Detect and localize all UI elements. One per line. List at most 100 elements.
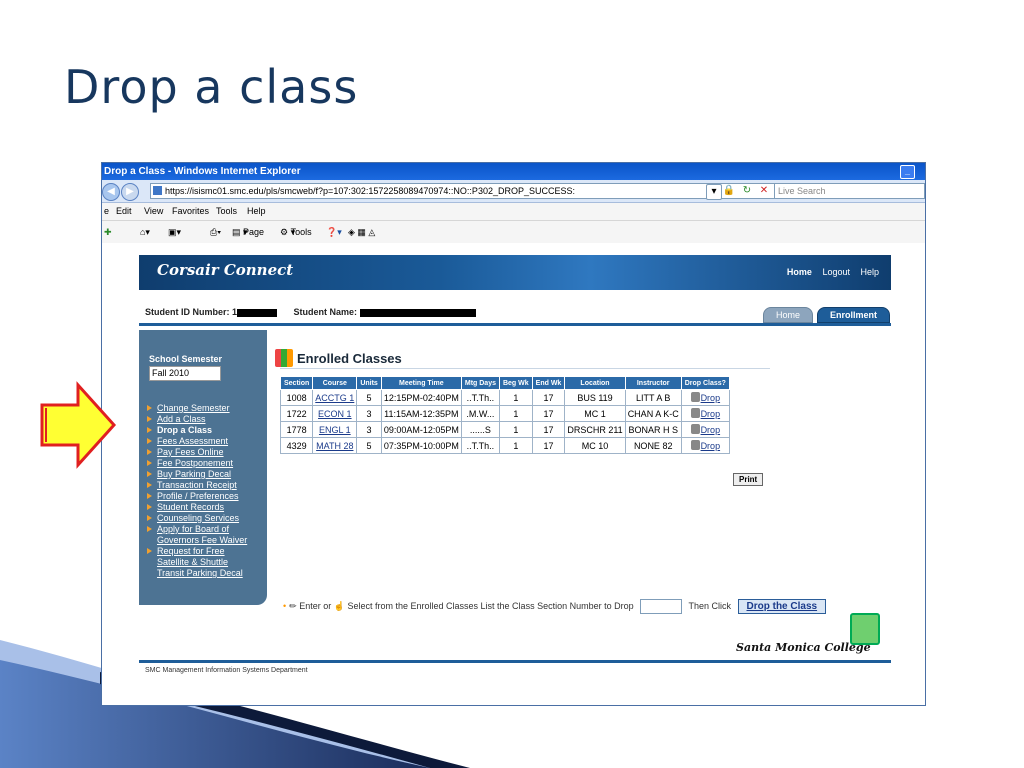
- menu-favorites[interactable]: Favorites: [172, 203, 209, 220]
- drop-instruction: • ✏ Enter or ☝ Select from the Enrolled C…: [283, 599, 827, 615]
- page-icon: [153, 186, 162, 195]
- sidebar-item-label: Add a Class: [157, 414, 206, 424]
- forward-button[interactable]: ▶: [121, 183, 139, 201]
- section-number-input[interactable]: [640, 599, 683, 615]
- print-icon[interactable]: ⎙▾: [210, 221, 221, 243]
- sidebar-item-label: Fee Postponement: [157, 458, 234, 468]
- col-meeting-time: Meeting Time: [380, 376, 462, 390]
- menu-file[interactable]: e: [104, 203, 109, 220]
- bullet-icon: [147, 493, 152, 499]
- course-link[interactable]: MATH 28: [316, 441, 353, 451]
- enrolled-classes-title: Enrolled Classes: [275, 349, 402, 367]
- refresh-icon[interactable]: ↻: [740, 184, 754, 198]
- favorites-star-icon[interactable]: ✚: [104, 221, 112, 243]
- sidebar-item-profile[interactable]: Profile / Preferences: [145, 491, 263, 502]
- trash-icon: [690, 392, 700, 402]
- course-link[interactable]: ACCTG 1: [315, 393, 354, 403]
- sidebar-item-fee-postponement[interactable]: Fee Postponement: [145, 458, 263, 469]
- course-link[interactable]: ENGL 1: [319, 425, 351, 435]
- tools-menu[interactable]: ⚙ Tools ▾: [280, 221, 312, 243]
- sidebar-item-student-records[interactable]: Student Records: [145, 502, 263, 513]
- sidebar-item-free-parking-cont[interactable]: Satellite & Shuttle: [145, 557, 263, 568]
- drop-link[interactable]: Drop: [680, 405, 730, 422]
- research-icon[interactable]: ◈ ▦ ◬: [348, 221, 375, 243]
- bullet-icon: [147, 515, 152, 521]
- trash-icon: [690, 440, 700, 450]
- sidebar-item-bog-waiver-cont[interactable]: Governors Fee Waiver: [145, 535, 263, 546]
- sidebar-item-counseling[interactable]: Counseling Services: [145, 513, 263, 524]
- cell-instructor: CHAN A K-C: [624, 405, 682, 422]
- redacted-id: [237, 308, 278, 317]
- course-link[interactable]: ECON 1: [318, 409, 352, 419]
- drop-link-label: Drop: [700, 425, 721, 435]
- sidebar-item-free-parking[interactable]: Request for Free: [145, 546, 263, 557]
- feeds-icon[interactable]: ▣▾: [168, 221, 181, 243]
- cell-course[interactable]: MATH 28: [312, 437, 358, 454]
- drop-link[interactable]: Drop: [680, 421, 730, 438]
- sidebar-item-fees-assessment[interactable]: Fees Assessment: [145, 436, 263, 447]
- sidebar-item-label: Fees Assessment: [157, 436, 229, 446]
- cell-units: 3: [356, 421, 382, 438]
- instruction-select: Select from the Enrolled Classes List th…: [347, 601, 634, 611]
- sidebar-item-bog-waiver[interactable]: Apply for Board of: [145, 524, 263, 535]
- tab-bar: Home Enrollment: [759, 305, 890, 323]
- sidebar-item-label: Transit Parking Decal: [157, 568, 243, 578]
- dropdown-icon[interactable]: ▾: [706, 184, 722, 200]
- sidebar-item-pay-fees[interactable]: Pay Fees Online: [145, 447, 263, 458]
- sidebar-item-label: Student Records: [157, 502, 225, 512]
- tab-home[interactable]: Home: [762, 307, 813, 323]
- sidebar: School Semester Fall 2010 Change Semeste…: [139, 330, 267, 605]
- stop-icon[interactable]: ✕: [757, 184, 771, 198]
- menu-tools[interactable]: Tools: [216, 203, 237, 220]
- cell-beg-wk: 1: [498, 421, 533, 438]
- sidebar-item-add-class[interactable]: Add a Class: [145, 414, 263, 425]
- drop-link[interactable]: Drop: [680, 437, 730, 454]
- sidebar-item-label: Counseling Services: [157, 513, 240, 523]
- drop-the-class-button[interactable]: Drop the Class: [737, 599, 827, 614]
- cell-location: MC 10: [564, 437, 626, 454]
- cell-meeting-time: 07:35PM-10:00PM: [380, 437, 462, 454]
- student-id-label: Student ID Number:: [145, 307, 230, 317]
- print-button[interactable]: Print: [733, 473, 764, 486]
- bullet-icon: [147, 548, 152, 554]
- sidebar-item-drop-class[interactable]: Drop a Class: [145, 425, 263, 436]
- cell-instructor: LITT A B: [624, 389, 682, 406]
- top-link-home[interactable]: Home: [787, 267, 812, 277]
- minimize-button[interactable]: _: [900, 165, 915, 179]
- semester-select[interactable]: Fall 2010: [149, 366, 221, 381]
- enrolled-title-text: Enrolled Classes: [297, 351, 402, 366]
- sidebar-item-transaction-receipt[interactable]: Transaction Receipt: [145, 480, 263, 491]
- sidebar-menu: Change Semester Add a Class Drop a Class…: [145, 403, 263, 579]
- url-field[interactable]: https://isismc01.smc.edu/pls/smcweb/f?p=…: [150, 183, 796, 199]
- menu-view[interactable]: View: [144, 203, 163, 220]
- tab-enrollment[interactable]: Enrollment: [816, 307, 890, 323]
- top-link-help[interactable]: Help: [860, 267, 879, 277]
- sidebar-item-free-parking-cont2[interactable]: Transit Parking Decal: [145, 568, 263, 579]
- home-icon[interactable]: ⌂▾: [140, 221, 150, 243]
- sidebar-item-label: Pay Fees Online: [157, 447, 224, 457]
- address-bar: ◀ ▶ https://isismc01.smc.edu/pls/smcweb/…: [102, 180, 925, 203]
- cell-course[interactable]: ECON 1: [312, 405, 358, 422]
- cell-units: 3: [356, 405, 382, 422]
- sidebar-item-change-semester[interactable]: Change Semester: [145, 403, 263, 414]
- table-row: 4329 MATH 28 5 07:35PM-10:00PM ..T.Th.. …: [279, 437, 730, 454]
- lock-icon[interactable]: 🔒: [722, 184, 736, 198]
- menu-edit[interactable]: Edit: [116, 203, 132, 220]
- cell-course[interactable]: ENGL 1: [312, 421, 358, 438]
- cell-course[interactable]: ACCTG 1: [312, 389, 358, 406]
- books-icon: [275, 349, 293, 367]
- pointer-icon: ☝: [333, 601, 345, 611]
- back-button[interactable]: ◀: [102, 183, 120, 201]
- top-link-logout[interactable]: Logout: [822, 267, 850, 277]
- sidebar-item-parking-decal[interactable]: Buy Parking Decal: [145, 469, 263, 480]
- table-row: 1722 ECON 1 3 11:15AM-12:35PM .M.W... 1 …: [279, 405, 730, 422]
- menu-help[interactable]: Help: [247, 203, 266, 220]
- help-icon[interactable]: ❓▾: [326, 221, 342, 243]
- drop-link-label: Drop: [700, 409, 721, 419]
- browser-window: Drop a Class - Windows Internet Explorer…: [101, 162, 926, 706]
- search-input[interactable]: Live Search: [774, 183, 925, 199]
- cell-units: 5: [356, 437, 382, 454]
- page-menu[interactable]: ▤ Page ▾: [232, 221, 264, 243]
- bullet-icon: [147, 405, 152, 411]
- drop-link[interactable]: Drop: [680, 389, 730, 406]
